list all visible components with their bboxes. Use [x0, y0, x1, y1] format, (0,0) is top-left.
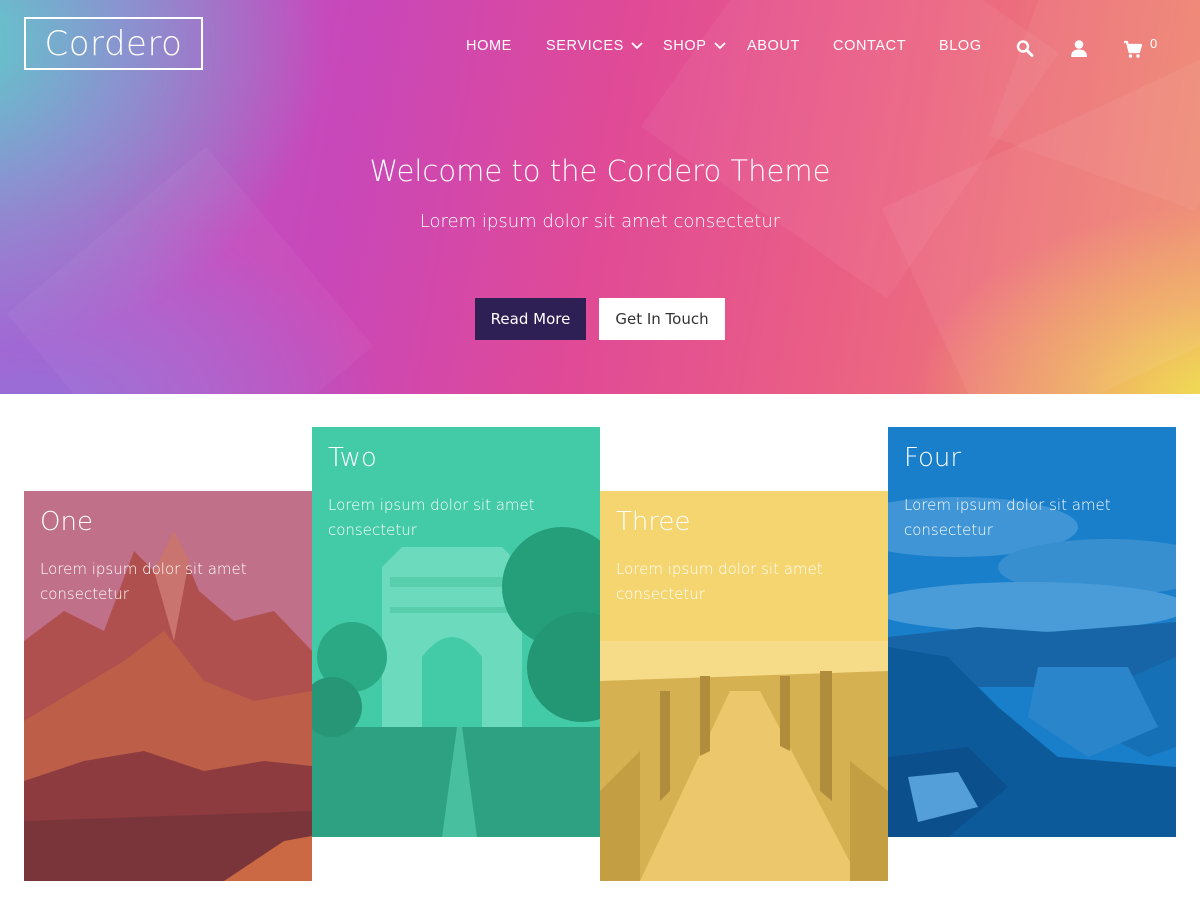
nav-item-label: BLOG [939, 38, 982, 54]
card-title: Four [904, 443, 962, 473]
feature-card-four[interactable]: Four Lorem ipsum dolor sit amet consecte… [888, 427, 1176, 837]
card-title: Three [616, 507, 691, 537]
chevron-down-icon [631, 42, 643, 50]
card-text: Lorem ipsum dolor sit amet consectetur [328, 496, 535, 539]
cart-icon[interactable] [1122, 38, 1144, 60]
hero-title: Welcome to the Cordero Theme [369, 154, 831, 188]
card-tint [888, 427, 1176, 837]
feature-card-two[interactable]: Two Lorem ipsum dolor sit amet consectet… [312, 427, 600, 837]
card-text: Lorem ipsum dolor sit amet consectetur [40, 560, 247, 603]
chevron-down-icon [713, 42, 726, 50]
card-title: One [40, 507, 93, 537]
nav-item-label: ABOUT [747, 38, 800, 54]
read-more-button[interactable]: Read More [475, 298, 586, 340]
user-icon[interactable] [1068, 38, 1090, 60]
card-tint [600, 491, 888, 881]
nav-item-label: SERVICES [546, 38, 624, 54]
get-in-touch-button[interactable]: Get In Touch [599, 298, 725, 340]
nav-item-home[interactable]: HOME [466, 38, 512, 54]
card-title: Two [328, 443, 377, 473]
search-icon[interactable] [1014, 38, 1036, 60]
card-text: Lorem ipsum dolor sit amet consectetur [616, 560, 823, 603]
card-text: Lorem ipsum dolor sit amet consectetur [904, 496, 1111, 539]
card-tint [24, 491, 312, 881]
main-nav: HOME SERVICES SHOP ABOUT CONTACT BLOG [0, 38, 1200, 60]
nav-item-contact[interactable]: CONTACT [833, 38, 906, 54]
hero-subtitle: Lorem ipsum dolor sit amet consectetur [419, 211, 781, 232]
cart-count-badge: 0 [1150, 36, 1158, 51]
feature-card-three[interactable]: Three Lorem ipsum dolor sit amet consect… [600, 491, 888, 881]
feature-card-one[interactable]: One Lorem ipsum dolor sit amet consectet… [24, 491, 312, 881]
nav-item-label: CONTACT [833, 38, 907, 54]
nav-item-label: HOME [466, 38, 512, 54]
nav-item-about[interactable]: ABOUT [747, 38, 800, 54]
nav-item-label: SHOP [663, 38, 707, 54]
hero-banner: Cordero HOME SERVICES SHOP ABOUT CONTACT… [0, 0, 1200, 394]
card-tint [312, 427, 600, 837]
nav-item-services[interactable]: SERVICES [546, 38, 644, 54]
nav-item-blog[interactable]: BLOG [939, 38, 982, 54]
nav-item-shop[interactable]: SHOP [663, 38, 727, 54]
